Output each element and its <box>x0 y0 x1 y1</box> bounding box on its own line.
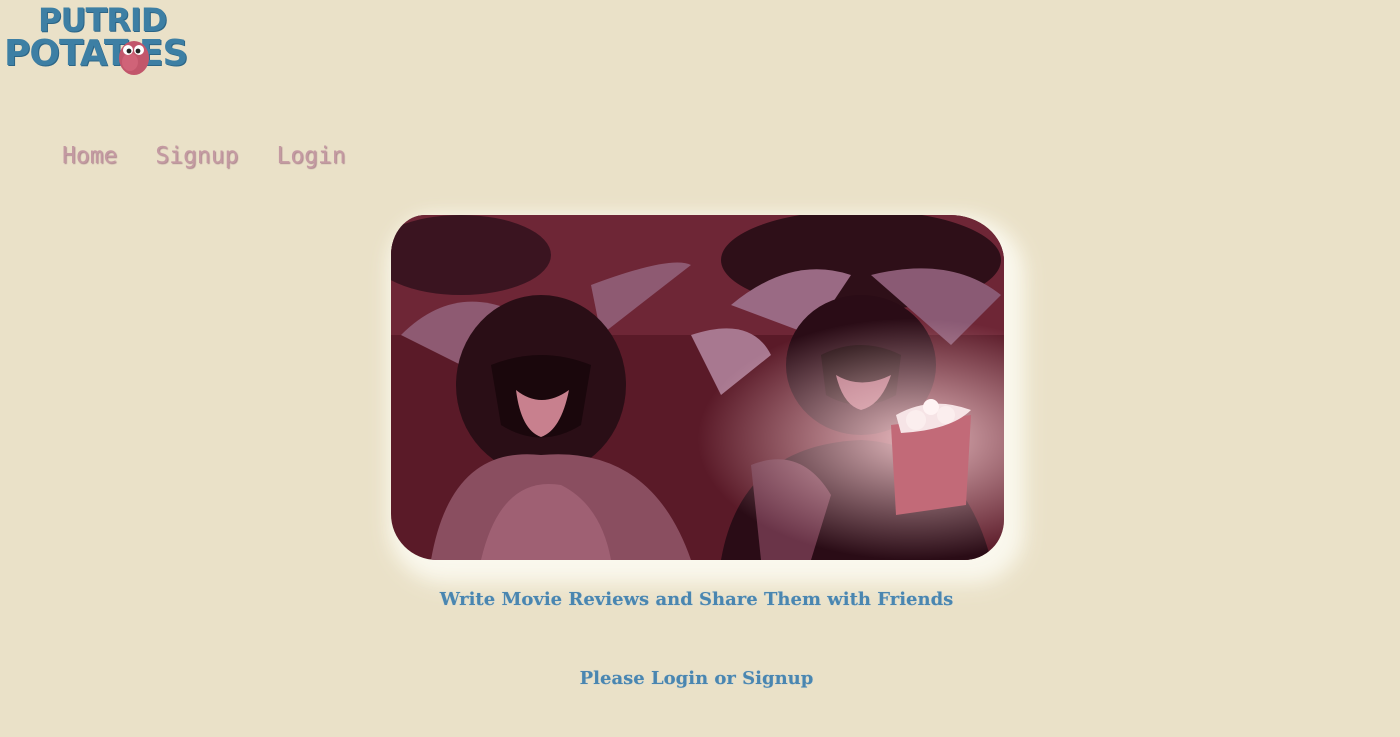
nav-login-link[interactable]: Login <box>276 143 345 169</box>
tagline-text: Write Movie Reviews and Share Them with … <box>439 589 954 610</box>
gremlins-movie-still <box>391 215 1004 560</box>
potato-mascot-icon <box>119 41 149 75</box>
site-logo[interactable]: PUTRID POTAT ES <box>4 4 188 76</box>
logo-text-bottom: POTAT ES <box>4 33 188 74</box>
main-nav: Home Signup Login <box>62 143 346 169</box>
hero-image <box>391 215 1004 560</box>
nav-signup-link[interactable]: Signup <box>155 143 238 169</box>
logo-text-top: PUTRID <box>38 1 167 39</box>
nav-home-link[interactable]: Home <box>62 143 117 169</box>
auth-prompt-text: Please Login or Signup <box>579 668 814 689</box>
